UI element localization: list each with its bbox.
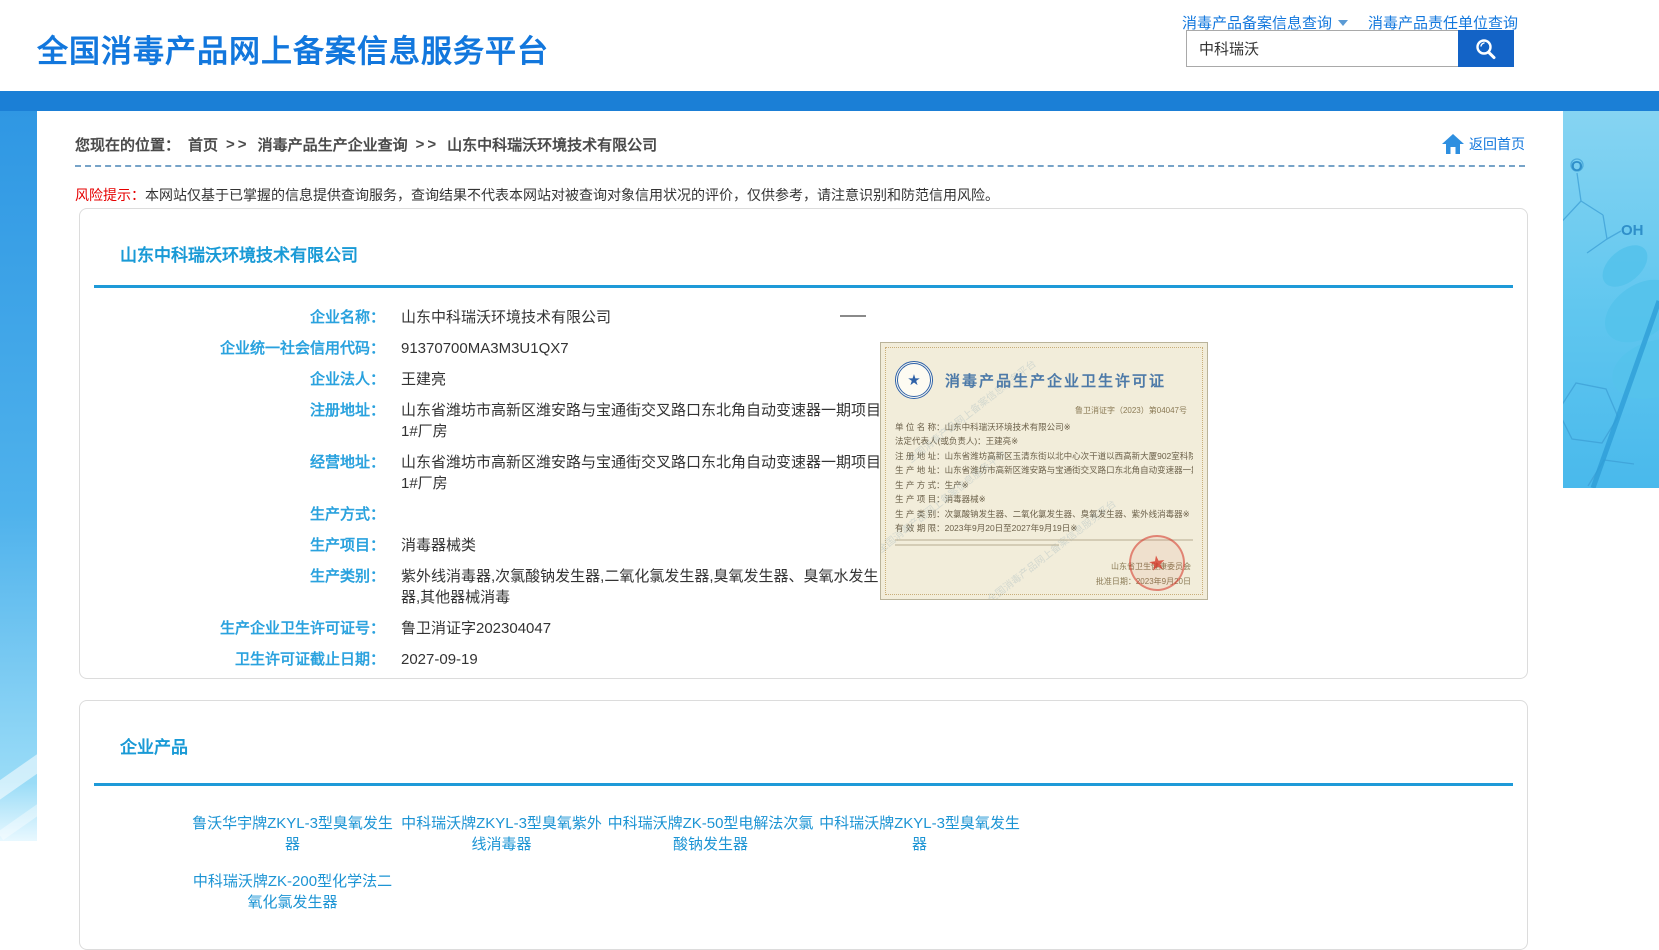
certificate-line: 生 产 类 别：次氯酸钠发生器、二氧化氯发生器、臭氧发生器、紫外线消毒器※	[895, 507, 1193, 521]
risk-notice-text: 本网站仅基于已掌握的信息提供查询服务，查询结果不代表本网站对被查询对象信用状况的…	[145, 187, 999, 203]
certificate-body: 单 位 名 称：山东中科瑞沃环境技术有限公司※ 法定代表人(或负责人)：王建亮※…	[895, 420, 1193, 536]
breadcrumb-current: 山东中科瑞沃环境技术有限公司	[447, 134, 657, 155]
left-background-decoration	[0, 111, 37, 841]
product-link[interactable]: 中科瑞沃牌ZK-200型化学法二氧化氯发生器	[188, 871, 397, 913]
search-icon	[1473, 36, 1499, 62]
field-row-registered-address: 注册地址： 山东省潍坊市高新区潍安路与宝通街交叉路口东北角自动变速器一期项目1#…	[80, 400, 1527, 442]
field-row-business-address: 经营地址： 山东省潍坊市高新区潍安路与宝通街交叉路口东北角自动变速器一期项目1#…	[80, 452, 1527, 494]
breadcrumb-separator: >>	[226, 136, 250, 153]
back-home-label: 返回首页	[1469, 134, 1525, 154]
breadcrumb-home[interactable]: 首页	[188, 134, 218, 155]
back-home-link[interactable]: 返回首页	[1441, 133, 1525, 155]
product-link[interactable]: 中科瑞沃牌ZKYL-3型臭氧发生器	[815, 813, 1024, 855]
company-info-card: 山东中科瑞沃环境技术有限公司 企业名称： 山东中科瑞沃环境技术有限公司 企业统一…	[79, 208, 1528, 679]
right-background-decoration: O OH	[1563, 111, 1659, 488]
content-container: 您现在的位置： 首页 >> 消毒产品生产企业查询 >> 山东中科瑞沃环境技术有限…	[37, 111, 1563, 919]
certificate-line: 生 产 项 目：消毒器械※	[895, 492, 1193, 506]
certificate-line: 生 产 地 址：山东省潍坊市高新区潍安路与宝通街交叉路口东北角自动变速器一期项目…	[895, 463, 1193, 477]
field-row-legal-person: 企业法人： 王建亮	[80, 369, 1527, 390]
breadcrumb: 您现在的位置： 首页 >> 消毒产品生产企业查询 >> 山东中科瑞沃环境技术有限…	[75, 134, 657, 155]
field-row-production-mode: 生产方式：	[80, 504, 1527, 525]
certificate-line: 注 册 地 址：山东省潍坊高新区玉清东街以北中心次干道以西高新大厦902室科院※	[895, 449, 1193, 463]
molecule-leaf-illustration: O OH	[1563, 111, 1659, 488]
card-title-underline	[94, 285, 1513, 288]
search-button[interactable]	[1458, 30, 1514, 67]
breadcrumb-separator: >>	[416, 136, 440, 153]
breadcrumb-section[interactable]: 消毒产品生产企业查询	[258, 134, 408, 155]
product-link[interactable]: 中科瑞沃牌ZKYL-3型臭氧紫外线消毒器	[397, 813, 606, 855]
card-title-underline	[94, 783, 1513, 786]
company-products-card: 企业产品 鲁沃华宇牌ZKYL-3型臭氧发生器 中科瑞沃牌ZKYL-3型臭氧紫外线…	[79, 700, 1528, 950]
molecule-label-o: O	[1571, 158, 1583, 175]
certificate-line: 生 产 方 式：生产※	[895, 478, 1193, 492]
certificate-number: 鲁卫消证字（2023）第04047号	[895, 405, 1187, 416]
national-emblem-icon: ★	[895, 361, 933, 399]
breadcrumb-prefix: 您现在的位置：	[75, 134, 180, 155]
products-card-title: 企业产品	[120, 733, 188, 758]
search-bar	[1186, 30, 1514, 67]
product-link[interactable]: 中科瑞沃牌ZK-50型电解法次氯酸钠发生器	[606, 813, 815, 855]
molecule-label-oh: OH	[1621, 222, 1644, 239]
chevron-down-icon	[1338, 20, 1348, 26]
field-row-company-name: 企业名称： 山东中科瑞沃环境技术有限公司	[80, 307, 1527, 328]
hygiene-license-certificate-image: 全国消毒产品网上备案信息服务平台 全国消毒产品网上备案信息服务平台 全国消毒产品…	[880, 342, 1208, 600]
site-title: 全国消毒产品网上备案信息服务平台	[37, 26, 549, 71]
blue-banner-strip	[0, 91, 1659, 111]
site-header: 全国消毒产品网上备案信息服务平台 消毒产品备案信息查询 消毒产品责任单位查询	[0, 0, 1659, 91]
certificate-line: 法定代表人(或负责人)：王建亮※	[895, 434, 1193, 448]
dashed-divider	[75, 165, 1525, 167]
certificate-line: 单 位 名 称：山东中科瑞沃环境技术有限公司※	[895, 420, 1193, 434]
product-link[interactable]: 鲁沃华宇牌ZKYL-3型臭氧发生器	[188, 813, 397, 855]
company-card-title: 山东中科瑞沃环境技术有限公司	[120, 241, 358, 266]
certificate-title: 消毒产品生产企业卫生许可证	[945, 370, 1166, 391]
products-row-1: 鲁沃华宇牌ZKYL-3型臭氧发生器 中科瑞沃牌ZKYL-3型臭氧紫外线消毒器 中…	[188, 813, 1024, 855]
certificate-line: 有 效 期 限：2023年9月20日至2027年9月19日※	[895, 521, 1193, 535]
company-fields: 企业名称： 山东中科瑞沃环境技术有限公司 企业统一社会信用代码： 9137070…	[80, 307, 1527, 680]
field-row-hygiene-license-no: 生产企业卫生许可证号： 鲁卫消证字202304047	[80, 618, 1527, 639]
field-row-production-category: 生产类别： 紫外线消毒器,次氯酸钠发生器,二氧化氯发生器,臭氧发生器、臭氧水发生…	[80, 566, 1527, 608]
field-row-license-expiry-date: 卫生许可证截止日期： 2027-09-19	[80, 649, 1527, 670]
search-input[interactable]	[1186, 30, 1458, 67]
certificate-top-dash	[840, 315, 866, 317]
risk-notice-label: 风险提示：	[75, 187, 145, 203]
risk-notice: 风险提示：本网站仅基于已掌握的信息提供查询服务，查询结果不代表本网站对被查询对象…	[75, 185, 999, 205]
home-icon	[1441, 133, 1465, 155]
field-row-credit-code: 企业统一社会信用代码： 91370700MA3M3U1QX7	[80, 338, 1527, 359]
products-row-2: 中科瑞沃牌ZK-200型化学法二氧化氯发生器	[188, 871, 397, 913]
field-row-production-project: 生产项目： 消毒器械类	[80, 535, 1527, 556]
